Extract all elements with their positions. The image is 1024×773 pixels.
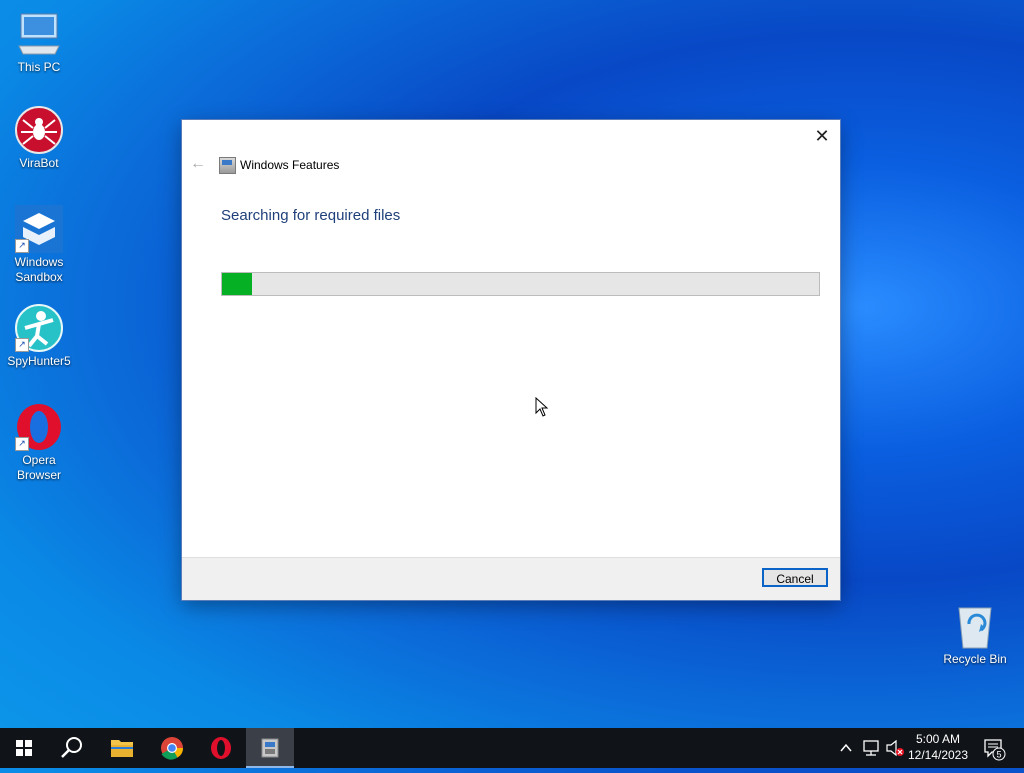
windows-logo-icon xyxy=(16,740,32,756)
recycle-bin-icon xyxy=(951,602,999,650)
start-button[interactable] xyxy=(0,728,48,768)
progress-bar xyxy=(221,272,820,296)
desktop-icon-label: ViraBot xyxy=(19,156,59,170)
clock-time: 5:00 AM xyxy=(915,732,961,746)
dialog-title: Windows Features xyxy=(240,158,340,172)
spyhunter-icon: ↗ xyxy=(15,304,63,352)
progress-fill xyxy=(222,273,252,295)
opera-icon xyxy=(211,737,231,759)
desktop-icon-label: Opera Browser xyxy=(16,453,61,482)
desktop-icon-this-pc[interactable]: This PC xyxy=(1,10,77,75)
sandbox-icon: ↗ xyxy=(15,205,63,253)
desktop-icon-label: SpyHunter5 xyxy=(7,354,71,368)
search-icon xyxy=(61,737,82,758)
clock-date: 12/14/2023 xyxy=(907,748,969,762)
windows-features-icon xyxy=(261,738,279,758)
shortcut-arrow-icon: ↗ xyxy=(15,338,29,352)
opera-icon: ↗ xyxy=(15,403,63,451)
back-arrow-icon[interactable]: ← xyxy=(190,156,206,172)
desktop-icon-windows-sandbox[interactable]: ↗ Windows Sandbox xyxy=(1,205,77,285)
taskbar-chrome[interactable] xyxy=(148,728,196,768)
folder-icon xyxy=(111,740,133,757)
notification-count: 5 xyxy=(996,750,1001,760)
taskbar-opera[interactable] xyxy=(197,728,245,768)
close-button[interactable]: ✕ xyxy=(810,124,834,148)
desktop-icon-label: Recycle Bin xyxy=(943,652,1007,666)
desktop-icon-opera-browser[interactable]: ↗ Opera Browser xyxy=(1,403,77,483)
taskbar: 5:00 AM 12/14/2023 5 xyxy=(0,728,1024,768)
desktop-icon-spyhunter5[interactable]: ↗ SpyHunter5 xyxy=(1,304,77,369)
tray-notifications[interactable]: 5 xyxy=(980,728,1010,768)
dialog-footer: Cancel xyxy=(182,557,840,600)
computer-icon xyxy=(15,10,63,58)
notification-center-icon: 5 xyxy=(984,739,1006,761)
search-button[interactable] xyxy=(48,728,96,768)
tray-network[interactable] xyxy=(860,728,882,768)
chrome-icon xyxy=(161,737,183,760)
shortcut-arrow-icon: ↗ xyxy=(15,239,29,253)
taskbar-windows-features[interactable] xyxy=(246,728,294,768)
network-icon xyxy=(863,740,879,756)
tray-show-hidden-icons[interactable] xyxy=(836,728,856,768)
windows-features-icon xyxy=(219,157,236,174)
desktop-icon-virabot[interactable]: ViraBot xyxy=(1,106,77,171)
cancel-button[interactable]: Cancel xyxy=(762,568,828,587)
desktop-icon-label: This PC xyxy=(17,60,61,74)
virabot-spider-icon xyxy=(15,106,63,154)
desktop-icon-recycle-bin[interactable]: Recycle Bin xyxy=(937,602,1013,667)
chevron-up-icon xyxy=(840,743,852,752)
windows-features-dialog: ✕ ← Windows Features Searching for requi… xyxy=(182,120,840,600)
shortcut-arrow-icon: ↗ xyxy=(15,437,29,451)
taskbar-clock[interactable]: 5:00 AM 12/14/2023 xyxy=(900,731,976,763)
status-heading: Searching for required files xyxy=(221,207,401,224)
taskbar-file-explorer[interactable] xyxy=(98,728,146,768)
desktop-icon-label: Windows Sandbox xyxy=(14,255,64,284)
